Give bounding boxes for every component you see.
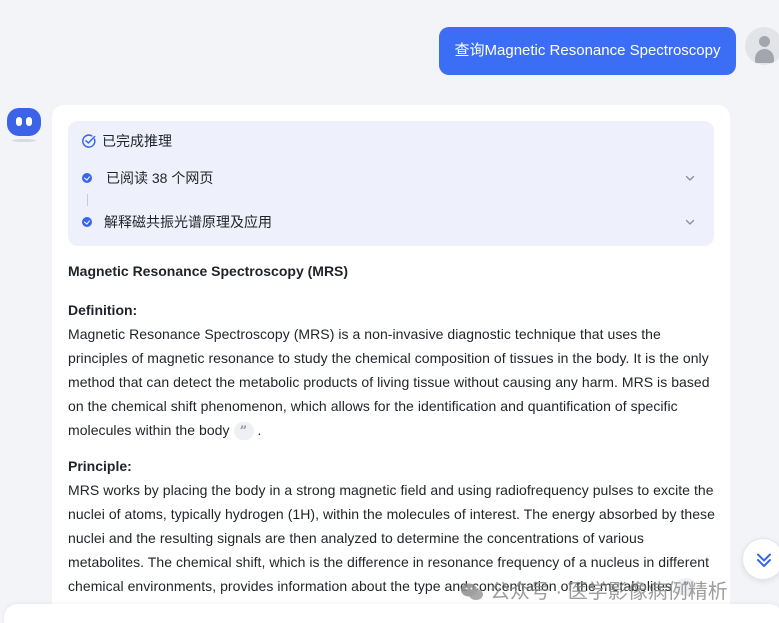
definition-label: Definition: bbox=[68, 302, 138, 318]
chevron-down-icon[interactable] bbox=[685, 173, 695, 183]
wechat-icon bbox=[461, 583, 483, 600]
chevron-down-icon[interactable] bbox=[685, 217, 695, 227]
answer-content: Magnetic Resonance Spectroscopy (MRS) De… bbox=[68, 262, 718, 610]
answer-card: 已完成推理 已阅读 38 个网页 解释磁共振光谱原理及应用 Magnetic R… bbox=[52, 105, 730, 623]
reasoning-panel: 已完成推理 已阅读 38 个网页 解释磁共振光谱原理及应用 bbox=[68, 121, 714, 246]
reasoning-step-read-pages[interactable]: 已阅读 38 个网页 bbox=[82, 170, 213, 186]
definition-paragraph: Magnetic Resonance Spectroscopy (MRS) is… bbox=[68, 322, 718, 442]
check-circle-icon bbox=[82, 134, 96, 148]
input-bar[interactable] bbox=[4, 604, 779, 623]
step-check-icon bbox=[82, 173, 92, 183]
reasoning-status: 已完成推理 bbox=[102, 133, 172, 149]
watermark-text: 公众号 · 医学影像病例精析 bbox=[490, 581, 728, 603]
user-message-bubble: 查询Magnetic Resonance Spectroscopy bbox=[439, 27, 736, 75]
reasoning-step-explain[interactable]: 解释磁共振光谱原理及应用 bbox=[82, 214, 272, 230]
definition-end: . bbox=[257, 422, 262, 438]
reasoning-step-label: 已阅读 38 个网页 bbox=[106, 170, 214, 186]
scroll-down-icon bbox=[757, 553, 771, 567]
watermark: 公众号 · 医学影像病例精析 bbox=[460, 580, 728, 604]
principle-label: Principle: bbox=[68, 458, 132, 474]
scroll-to-bottom-button[interactable] bbox=[742, 538, 779, 580]
answer-title: Magnetic Resonance Spectroscopy (MRS) bbox=[68, 263, 349, 279]
user-avatar-icon[interactable] bbox=[745, 27, 779, 65]
principle-text: MRS works by placing the body in a stron… bbox=[68, 482, 715, 594]
reasoning-step-label: 解释磁共振光谱原理及应用 bbox=[104, 214, 272, 230]
citation-icon[interactable]: ” bbox=[233, 422, 254, 441]
reasoning-header: 已完成推理 bbox=[81, 133, 172, 149]
definition-text: Magnetic Resonance Spectroscopy (MRS) is… bbox=[68, 326, 710, 438]
bot-avatar-icon bbox=[6, 106, 42, 142]
step-connector bbox=[87, 194, 88, 206]
step-check-icon bbox=[82, 217, 92, 227]
